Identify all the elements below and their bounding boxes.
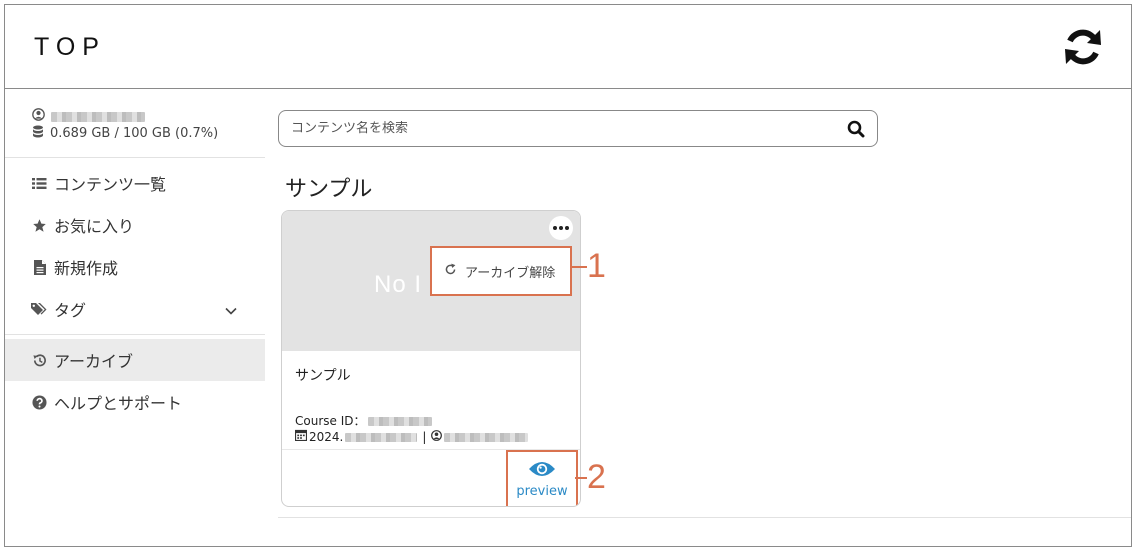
sidebar-item-archive[interactable]: アーカイブ [5, 339, 265, 381]
section-title: サンプル [285, 177, 373, 202]
sidebar-item-label: ヘルプとサポート [54, 394, 183, 413]
search-icon[interactable] [847, 120, 865, 138]
callout-line-1 [571, 266, 587, 268]
preview-button[interactable]: preview [506, 450, 578, 506]
search-input[interactable] [291, 121, 847, 136]
sidebar-item-label: アーカイブ [54, 352, 134, 371]
sidebar-item-label: お気に入り [54, 217, 135, 236]
content-card: No I アーカイブ解除 サンプル Course ID： 2024. | pre… [281, 210, 581, 507]
callout-number-2: 2 [587, 458, 606, 496]
calendar-icon [294, 429, 308, 445]
context-menu: アーカイブ解除 [430, 246, 572, 296]
file-icon [31, 259, 48, 276]
sidebar-divider [5, 334, 265, 335]
eye-icon [528, 460, 556, 482]
date-prefix: 2024. [309, 429, 344, 444]
storage-usage: 0.689 GB / 100 GB (0.7%) [50, 126, 219, 141]
user-icon [32, 108, 45, 125]
chevron-down-icon[interactable] [225, 300, 237, 319]
card-thumbnail[interactable]: No I アーカイブ解除 [282, 211, 580, 351]
header: TOP [5, 5, 1131, 89]
sidebar-item-favorites[interactable]: お気に入り [5, 204, 265, 246]
star-icon [31, 217, 48, 234]
author-icon [431, 429, 443, 445]
user-line [32, 108, 265, 125]
course-id-label: Course ID： [295, 414, 366, 428]
sidebar-item-help[interactable]: ヘルプとサポート [5, 381, 265, 423]
sidebar-item-label: コンテンツ一覧 [54, 175, 167, 194]
sync-icon[interactable] [1061, 25, 1105, 69]
meta-separator: | [422, 429, 427, 444]
help-icon [31, 394, 48, 411]
unarchive-label: アーカイブ解除 [465, 265, 556, 281]
app-window: TOP 0.689 GB / 100 GB (0.7%) コンテンツ一覧 お気に… [4, 4, 1132, 547]
date-redacted [345, 432, 418, 442]
no-image-text: No I [374, 271, 423, 298]
sidebar-item-label: タグ [54, 301, 87, 320]
author-redacted [444, 432, 529, 442]
storage-line: 0.689 GB / 100 GB (0.7%) [32, 125, 265, 142]
card-meta: Course ID： 2024. | [294, 414, 529, 445]
course-id-redacted [367, 417, 432, 426]
callout-line-2 [575, 477, 587, 479]
undo-icon [444, 263, 457, 280]
course-id-row: Course ID： [295, 414, 528, 429]
sidebar: 0.689 GB / 100 GB (0.7%) コンテンツ一覧 お気に入り 新… [5, 90, 265, 546]
search-bar [278, 110, 878, 147]
card-title[interactable]: サンプル [295, 365, 351, 385]
date-author-row: 2024. | [294, 429, 529, 445]
database-icon [32, 125, 44, 143]
sidebar-item-label: 新規作成 [54, 259, 119, 278]
logo[interactable]: TOP [34, 33, 106, 62]
history-icon [31, 352, 48, 369]
preview-label: preview [516, 483, 568, 499]
sidebar-item-contents[interactable]: コンテンツ一覧 [5, 162, 265, 204]
more-options-icon[interactable] [549, 216, 573, 240]
unarchive-menu-item[interactable]: アーカイブ解除 [436, 252, 566, 290]
tags-icon [31, 301, 48, 318]
callout-number-1: 1 [587, 247, 606, 285]
user-info: 0.689 GB / 100 GB (0.7%) [5, 90, 265, 158]
username-redacted [51, 111, 145, 122]
list-icon [31, 175, 48, 192]
sidebar-item-new[interactable]: 新規作成 [5, 246, 265, 288]
main-divider [278, 517, 1131, 518]
sidebar-item-tags[interactable]: タグ [5, 288, 265, 330]
